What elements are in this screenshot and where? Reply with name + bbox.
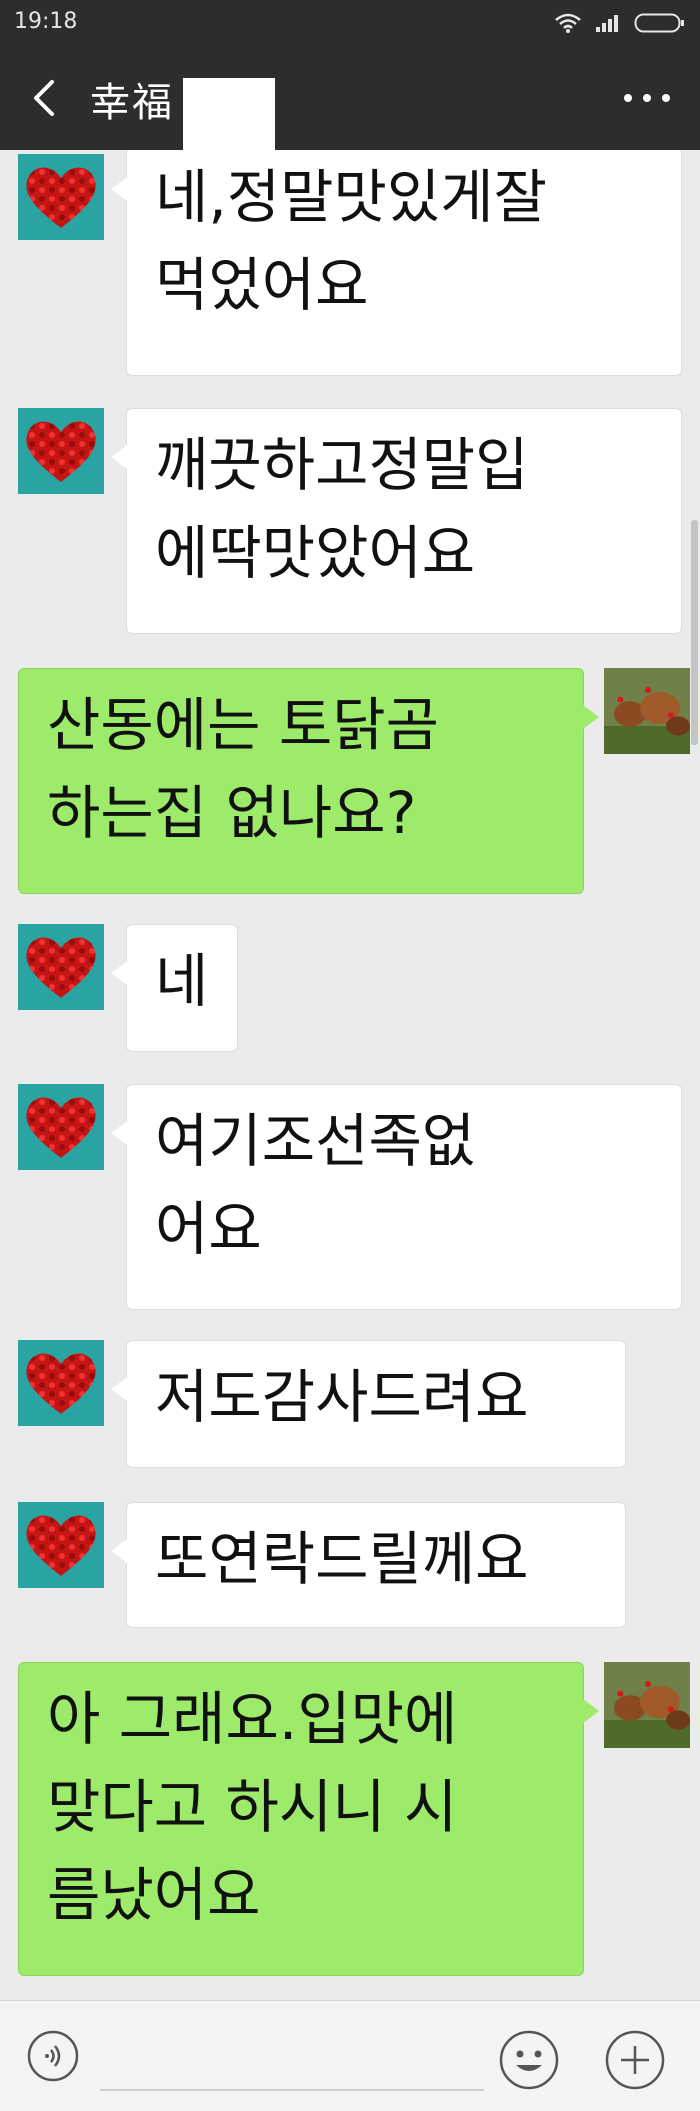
message-input[interactable] <box>100 2023 484 2091</box>
plus-button[interactable] <box>604 2029 666 2091</box>
chat-header: 幸福 <box>0 46 700 150</box>
chevron-left-icon <box>26 80 66 124</box>
message-bubble-incoming[interactable]: 저도감사드려요 <box>111 1340 626 1468</box>
emoji-button[interactable] <box>498 2029 560 2091</box>
rose-heart-avatar[interactable] <box>18 154 104 240</box>
voice-button[interactable] <box>26 2029 80 2083</box>
chat-messages[interactable]: 네,정말맛있게잘 먹었어요 깨끗하고정말입 에딱맛았어요 산동에는 토닭곰 하는… <box>0 150 700 2000</box>
scrollbar[interactable] <box>691 520 698 745</box>
message-bubble-incoming[interactable]: 또연락드릴께요 <box>111 1502 626 1628</box>
more-dots-icon <box>620 94 674 114</box>
emoji-icon <box>498 2030 560 2095</box>
signal-icon <box>594 13 622 33</box>
status-time: 19:18 <box>14 9 78 34</box>
title-redaction <box>183 78 275 150</box>
input-bar <box>0 2000 700 2111</box>
message-bubble-incoming[interactable]: 네 <box>111 924 238 1052</box>
back-button[interactable] <box>26 76 66 120</box>
hens-avatar[interactable] <box>604 1662 690 1748</box>
more-button[interactable] <box>620 86 674 110</box>
voice-icon <box>26 2030 80 2087</box>
message-bubble-incoming[interactable]: 여기조선족없 어요 <box>111 1084 682 1310</box>
message-bubble-incoming[interactable]: 깨끗하고정말입 에딱맛았어요 <box>111 408 682 634</box>
plus-icon <box>604 2030 666 2095</box>
rose-heart-avatar[interactable] <box>18 924 104 1010</box>
rose-heart-avatar[interactable] <box>18 1084 104 1170</box>
wifi-icon <box>554 12 582 34</box>
chat-title: 幸福 <box>90 80 174 126</box>
hens-avatar[interactable] <box>604 668 690 754</box>
battery-icon <box>634 12 686 34</box>
message-bubble-incoming[interactable]: 네,정말맛있게잘 먹었어요 <box>111 150 682 376</box>
rose-heart-avatar[interactable] <box>18 1502 104 1588</box>
rose-heart-avatar[interactable] <box>18 1340 104 1426</box>
status-bar: 19:18 <box>0 0 700 46</box>
message-bubble-outgoing[interactable]: 아 그래요.입맛에 맞다고 하시니 시 름났어요 <box>18 1662 599 1976</box>
message-bubble-outgoing[interactable]: 산동에는 토닭곰 하는집 없나요? <box>18 668 599 894</box>
rose-heart-avatar[interactable] <box>18 408 104 494</box>
status-icons <box>554 11 686 35</box>
